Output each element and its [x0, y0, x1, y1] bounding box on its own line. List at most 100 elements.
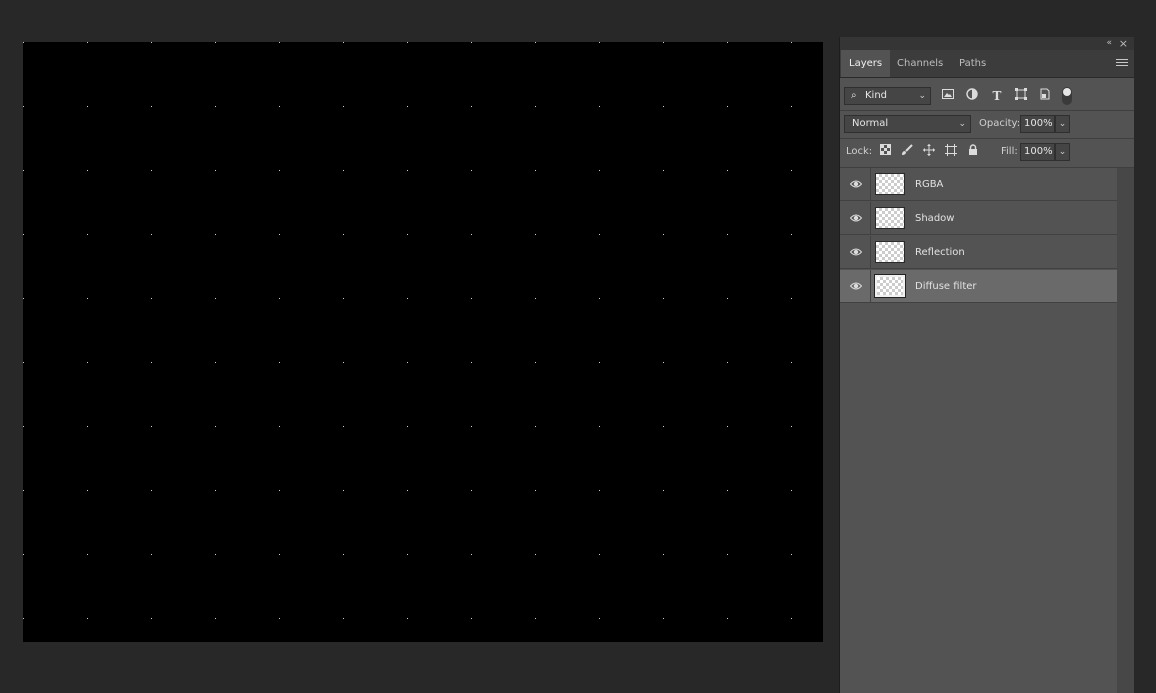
- grid-dot: [23, 554, 24, 555]
- grid-dot: [23, 170, 24, 171]
- grid-dot: [535, 298, 536, 299]
- grid-dot: [727, 42, 728, 43]
- grid-dot: [599, 170, 600, 171]
- grid-dot: [407, 170, 408, 171]
- grid-dot: [151, 618, 152, 619]
- grid-dot: [663, 170, 664, 171]
- layer-row-rgba[interactable]: RGBA: [840, 168, 1117, 201]
- grid-dot: [535, 170, 536, 171]
- grid-dot: [663, 298, 664, 299]
- grid-dot: [535, 618, 536, 619]
- grid-dot: [151, 554, 152, 555]
- lock-all-icon[interactable]: [965, 144, 981, 160]
- grid-dot: [471, 234, 472, 235]
- grid-dot: [279, 362, 280, 363]
- lock-position-icon[interactable]: [921, 144, 937, 160]
- opacity-chevron-icon[interactable]: ⌄: [1055, 115, 1070, 133]
- visibility-eye-icon[interactable]: [849, 213, 863, 223]
- grid-dot: [87, 618, 88, 619]
- grid-dot: [471, 618, 472, 619]
- grid-dot: [279, 298, 280, 299]
- grid-dot: [215, 426, 216, 427]
- layer-name[interactable]: RGBA: [915, 168, 943, 201]
- grid-dot: [279, 490, 280, 491]
- grid-dot: [535, 554, 536, 555]
- lock-paint-icon[interactable]: [899, 144, 915, 160]
- grid-dot: [87, 42, 88, 43]
- grid-dot: [87, 554, 88, 555]
- layer-thumbnail[interactable]: [875, 173, 905, 195]
- grid-dot: [791, 298, 792, 299]
- panel-title-bar: « ×: [840, 37, 1134, 50]
- grid-dot: [279, 170, 280, 171]
- grid-dot: [727, 554, 728, 555]
- grid-dot: [279, 426, 280, 427]
- image-filter-icon[interactable]: [940, 88, 956, 104]
- smart-object-filter-icon[interactable]: [1037, 88, 1053, 104]
- layer-thumbnail[interactable]: [874, 274, 906, 298]
- grid-dot: [535, 490, 536, 491]
- layers-scrollbar[interactable]: [1117, 168, 1134, 693]
- grid-dot: [407, 42, 408, 43]
- grid-dot: [23, 362, 24, 363]
- grid-dot: [407, 234, 408, 235]
- grid-dot: [23, 426, 24, 427]
- grid-dot: [215, 554, 216, 555]
- layer-thumbnail[interactable]: [875, 207, 905, 229]
- grid-dot: [471, 490, 472, 491]
- visibility-eye-icon[interactable]: [849, 247, 863, 257]
- grid-dot: [215, 106, 216, 107]
- grid-dot: [151, 490, 152, 491]
- grid-dot: [215, 490, 216, 491]
- grid-dot: [215, 362, 216, 363]
- shape-filter-icon[interactable]: [1013, 88, 1029, 104]
- filter-toggle-icon[interactable]: [1062, 87, 1072, 105]
- tab-channels[interactable]: Channels: [889, 50, 951, 77]
- blend-mode-value: Normal: [852, 118, 889, 129]
- tab-layers[interactable]: Layers: [841, 50, 891, 77]
- grid-dot: [599, 426, 600, 427]
- lock-artboard-icon[interactable]: [943, 144, 959, 160]
- layer-name[interactable]: Reflection: [915, 236, 965, 269]
- grid-dot: [791, 234, 792, 235]
- blend-mode-dropdown[interactable]: Normal ⌄: [844, 115, 971, 133]
- grid-dot: [151, 234, 152, 235]
- collapse-panel-icon[interactable]: «: [1106, 37, 1112, 50]
- adjustment-filter-icon[interactable]: [964, 88, 980, 104]
- layers-panel: « × Layers Channels Paths ⌕ Kind ⌄ T Nor…: [839, 37, 1134, 693]
- layer-name[interactable]: Diffuse filter: [915, 270, 977, 303]
- layer-thumbnail[interactable]: [875, 241, 905, 263]
- filter-kind-dropdown[interactable]: ⌕ Kind ⌄: [844, 87, 931, 105]
- grid-dot: [87, 298, 88, 299]
- grid-dot: [23, 490, 24, 491]
- grid-dot: [87, 234, 88, 235]
- visibility-eye-icon[interactable]: [849, 281, 863, 291]
- grid-dot: [343, 618, 344, 619]
- panel-menu-icon[interactable]: [1116, 57, 1128, 69]
- lock-transparent-icon[interactable]: [877, 144, 893, 160]
- grid-dot: [471, 426, 472, 427]
- close-panel-icon[interactable]: ×: [1119, 37, 1128, 50]
- grid-dot: [471, 170, 472, 171]
- fill-field[interactable]: 100%: [1020, 143, 1055, 161]
- type-filter-icon[interactable]: T: [989, 88, 1005, 104]
- grid-dot: [23, 106, 24, 107]
- tab-paths[interactable]: Paths: [951, 50, 994, 77]
- grid-dot: [279, 618, 280, 619]
- grid-dot: [343, 170, 344, 171]
- grid-dot: [599, 362, 600, 363]
- opacity-field[interactable]: 100%: [1020, 115, 1055, 133]
- grid-dot: [663, 106, 664, 107]
- layer-row-diffuse-filter[interactable]: Diffuse filter: [840, 270, 1117, 303]
- grid-dot: [407, 554, 408, 555]
- grid-dot: [535, 426, 536, 427]
- fill-chevron-icon[interactable]: ⌄: [1055, 143, 1070, 161]
- layer-name[interactable]: Shadow: [915, 202, 954, 235]
- document-canvas[interactable]: [23, 42, 823, 642]
- layer-row-shadow[interactable]: Shadow: [840, 202, 1117, 235]
- panel-tabs: Layers Channels Paths: [840, 50, 1134, 78]
- grid-dot: [87, 490, 88, 491]
- visibility-eye-icon[interactable]: [849, 179, 863, 189]
- layer-row-reflection[interactable]: Reflection: [840, 236, 1117, 269]
- grid-dot: [791, 106, 792, 107]
